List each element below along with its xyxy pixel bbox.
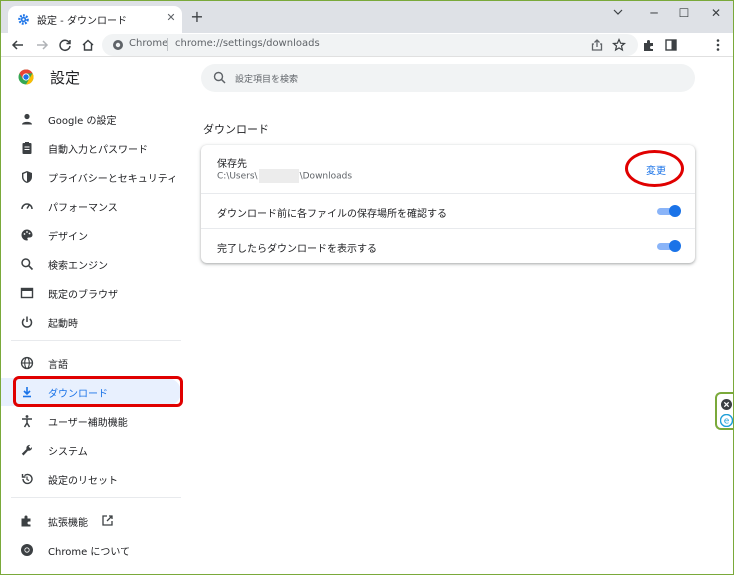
redacted-username — [258, 169, 299, 183]
minimize-button[interactable]: ─ — [642, 4, 666, 22]
url-text[interactable]: chrome://settings/downloads — [175, 38, 320, 49]
sidebar-item-label: ユーザー補助機能 — [48, 418, 128, 429]
svg-text:e: e — [724, 417, 730, 427]
show-downloads-label: 完了したらダウンロードを表示する — [217, 244, 377, 255]
location-path: C:\Users\ \Downloads — [217, 169, 352, 183]
sidebar-item-label: 言語 — [48, 360, 68, 371]
gear-icon — [18, 14, 29, 25]
tab-settings-downloads[interactable]: 設定 - ダウンロード ✕ — [8, 6, 182, 33]
location-label: 保存先 — [217, 159, 247, 170]
sidebar-item-extensions[interactable]: 拡張機能 — [1, 507, 191, 535]
site-label: Chrome — [129, 38, 169, 49]
sidebar-item-label: 設定のリセット — [48, 476, 118, 487]
forward-arrow-icon[interactable] — [34, 37, 50, 53]
edge-logo-icon[interactable]: e — [720, 414, 733, 427]
person-icon — [22, 113, 32, 125]
section-title: ダウンロード — [203, 123, 269, 136]
sidebar-item-default-browser[interactable]: 既定のブラウザ — [1, 279, 191, 307]
share-icon[interactable] — [589, 37, 605, 53]
accessibility-icon — [22, 415, 32, 428]
chevron-down-icon[interactable] — [606, 4, 630, 22]
tab-title: 設定 - ダウンロード — [37, 16, 127, 27]
sidebar-item-label: 検索エンジン — [48, 261, 108, 272]
sidebar-item-label: Google の設定 — [48, 116, 117, 127]
toggle-knob — [669, 240, 681, 252]
sidebar-item-label: 起動時 — [48, 319, 78, 330]
page-title: 設定 — [50, 69, 81, 87]
path-suffix: \Downloads — [299, 171, 353, 182]
sidebar-item-system[interactable]: システム — [1, 436, 191, 464]
sidebar-divider — [11, 340, 181, 341]
palette-icon — [21, 229, 33, 241]
maximize-button[interactable]: ☐ — [672, 4, 696, 22]
downloads-card: 保存先 C:\Users\ \Downloads 変更 ダウンロード前に各ファイル… — [201, 145, 695, 263]
home-icon[interactable] — [80, 37, 96, 53]
browser-icon — [20, 287, 34, 299]
star-icon[interactable] — [611, 37, 627, 53]
sidebar-item-label: 自動入力とパスワード — [48, 145, 148, 156]
ask-location-toggle[interactable] — [657, 205, 681, 217]
sidebar-item-reset[interactable]: 設定のリセット — [1, 465, 191, 493]
sidebar-item-appearance[interactable]: デザイン — [1, 221, 191, 249]
sidebar-item-label: 拡張機能 — [48, 518, 88, 529]
back-arrow-icon[interactable] — [10, 37, 26, 53]
puzzle-icon — [21, 515, 31, 527]
sidebar-item-label: パフォーマンス — [48, 203, 118, 214]
close-window-button[interactable]: ✕ — [704, 4, 728, 22]
chrome-site-icon — [113, 40, 123, 50]
annotation-highlight-downloads — [13, 376, 183, 407]
show-downloads-row: 完了したらダウンロードを表示する — [201, 228, 695, 263]
external-link-icon — [102, 515, 113, 526]
side-panel-icon[interactable] — [663, 37, 679, 53]
reset-icon — [21, 473, 33, 485]
sidebar-item-search-engine[interactable]: 検索エンジン — [1, 250, 191, 278]
wrench-icon — [21, 444, 33, 456]
path-prefix: C:\Users\ — [217, 171, 258, 182]
sidebar-item-accessibility[interactable]: ユーザー補助機能 — [1, 407, 191, 435]
shield-icon — [22, 171, 32, 183]
tab-strip: 設定 - ダウンロード ✕ + ─ ☐ ✕ — [1, 1, 733, 33]
sidebar-item-autofill[interactable]: 自動入力とパスワード — [1, 134, 191, 162]
more-menu-icon[interactable] — [710, 37, 726, 53]
sidebar-divider — [11, 497, 181, 498]
sidebar-item-on-startup[interactable]: 起動時 — [1, 308, 191, 336]
sidebar-item-privacy[interactable]: プライバシーとセキュリティ — [1, 163, 191, 191]
omnibox-divider — [167, 38, 168, 51]
sidebar-item-label: Chrome について — [48, 547, 131, 558]
ask-location-row: ダウンロード前に各ファイルの保存場所を確認する — [201, 193, 695, 228]
annotation-highlight-change — [625, 150, 684, 187]
puzzle-icon[interactable] — [641, 37, 657, 53]
toolbar: Chrome chrome://settings/downloads — [1, 33, 733, 57]
browser-window: 設定 - ダウンロード ✕ + ─ ☐ ✕ Chrome chrome://se… — [0, 0, 734, 575]
sidebar-item-label: システム — [48, 447, 88, 458]
new-tab-button[interactable]: + — [189, 9, 205, 25]
sidebar-item-about[interactable]: Chrome について — [1, 536, 191, 564]
chrome-logo-icon — [18, 69, 34, 85]
search-placeholder: 設定項目を検索 — [235, 75, 299, 85]
address-bar[interactable]: Chrome chrome://settings/downloads — [102, 34, 638, 56]
search-icon — [213, 71, 226, 84]
sidebar-item-google[interactable]: Google の設定 — [1, 105, 191, 133]
speedometer-icon — [21, 203, 33, 210]
sidebar-item-label: デザイン — [48, 232, 88, 243]
settings-search-input[interactable]: 設定項目を検索 — [201, 64, 695, 92]
sidebar-item-performance[interactable]: パフォーマンス — [1, 192, 191, 220]
edge-side-widget[interactable]: e — [715, 392, 733, 430]
search-icon — [21, 258, 34, 271]
sidebar-item-languages[interactable]: 言語 — [1, 349, 191, 377]
download-location-row: 保存先 C:\Users\ \Downloads 変更 — [201, 145, 695, 193]
show-downloads-toggle[interactable] — [657, 240, 681, 252]
close-circle-icon[interactable] — [721, 399, 732, 410]
chrome-logo-icon — [21, 544, 33, 556]
clipboard-icon — [22, 142, 32, 154]
ask-location-label: ダウンロード前に各ファイルの保存場所を確認する — [217, 209, 447, 220]
sidebar-item-label: プライバシーとセキュリティ — [48, 174, 178, 185]
globe-icon — [20, 356, 34, 370]
reload-icon[interactable] — [57, 37, 73, 53]
power-icon — [21, 316, 33, 328]
toggle-knob — [669, 205, 681, 217]
sidebar-item-label: 既定のブラウザ — [48, 290, 118, 301]
tab-close-icon[interactable]: ✕ — [164, 11, 178, 25]
